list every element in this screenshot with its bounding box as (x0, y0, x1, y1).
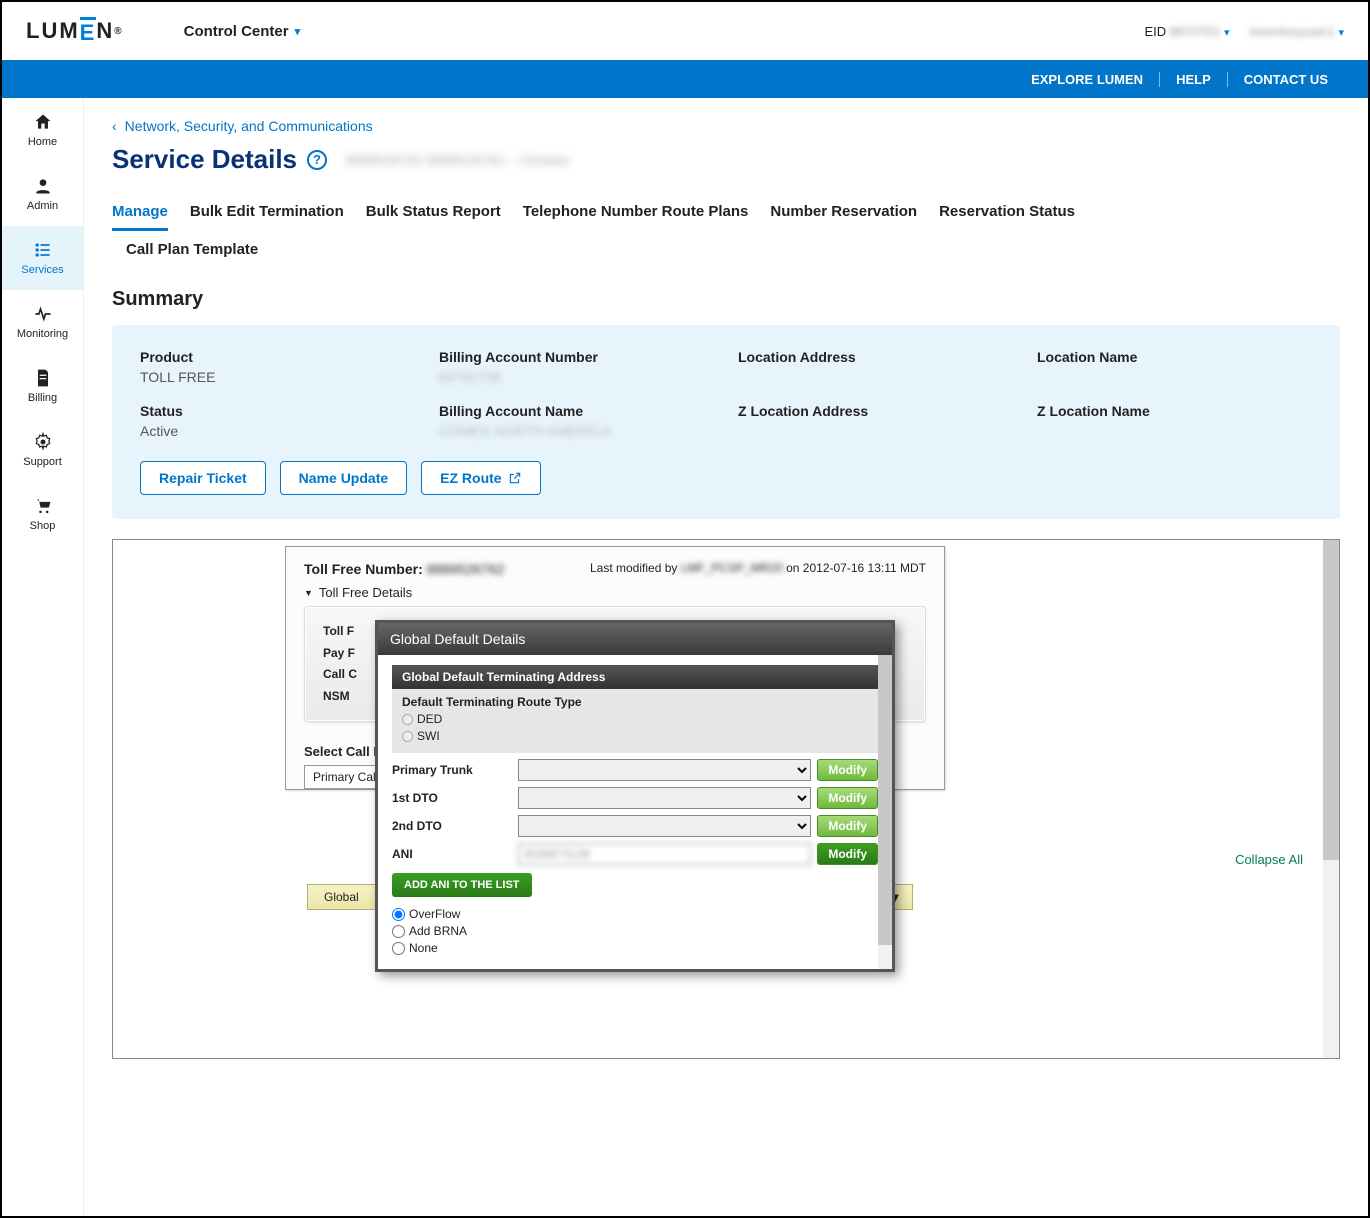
tab-route-plans[interactable]: Telephone Number Route Plans (523, 203, 749, 231)
add-ani-button[interactable]: ADD ANI TO THE LIST (392, 873, 532, 897)
tab-number-reservation[interactable]: Number Reservation (770, 203, 917, 231)
detail-panel: Toll Free Number: 8889526762 Last modifi… (112, 539, 1340, 1059)
product-value: TOLL FREE (140, 369, 415, 385)
ani-label: ANI (392, 847, 512, 861)
route-type-box: Default Terminating Route Type DED SWI (392, 689, 878, 753)
zloc-addr-label: Z Location Address (738, 403, 1013, 419)
route-ded[interactable]: DED (402, 712, 868, 726)
second-dto-modify-button[interactable]: Modify (817, 815, 878, 837)
eid-display[interactable]: EID 8870701 ▾ (1144, 24, 1229, 39)
first-dto-label: 1st DTO (392, 791, 512, 805)
sidebar-item-billing[interactable]: Billing (2, 354, 83, 418)
page-title: Service Details (112, 144, 297, 175)
primary-trunk-label: Primary Trunk (392, 763, 512, 777)
chevron-left-icon: ‹ (112, 118, 117, 134)
tab-bulk-status[interactable]: Bulk Status Report (366, 203, 501, 231)
list-icon (33, 240, 53, 260)
external-link-icon (508, 471, 522, 485)
summary-box: Product TOLL FREE Billing Account Number… (112, 325, 1340, 519)
tab-reservation-status[interactable]: Reservation Status (939, 203, 1075, 231)
sidebar-item-support[interactable]: Support (2, 418, 83, 482)
invoice-icon (33, 368, 53, 388)
sidebar-item-monitoring[interactable]: Monitoring (2, 290, 83, 354)
topbar: LUMEN® Control Center ▾ EID 8870701 ▾ in… (2, 2, 1368, 60)
main: ‹ Network, Security, and Communications … (84, 98, 1368, 1216)
ban-name-value: COMEX NORTH AMERICA (439, 423, 714, 439)
logo: LUMEN® (26, 17, 124, 46)
gear-icon (33, 432, 53, 452)
collapse-all-link[interactable]: Collapse All (1235, 852, 1303, 867)
tab-bulk-edit[interactable]: Bulk Edit Termination (190, 203, 344, 231)
tabs-row: Manage Bulk Edit Termination Bulk Status… (112, 203, 1340, 231)
radio-none[interactable]: None (392, 941, 878, 955)
zloc-name-label: Z Location Name (1037, 403, 1312, 419)
second-dto-select[interactable] (518, 815, 811, 837)
last-modified: Last modified by LMF_PCSP_MR20 on 2012-0… (590, 561, 926, 577)
title-meta: 8889526762 8889526762 – October (345, 152, 570, 168)
user-display[interactable]: inventoryuser1 ▾ (1250, 24, 1344, 39)
radio-icon (402, 714, 413, 725)
overflow-radiogroup: OverFlow Add BRNA None (392, 907, 878, 955)
status-label: Status (140, 403, 415, 419)
radio-overflow[interactable]: OverFlow (392, 907, 878, 921)
first-dto-select[interactable] (518, 787, 811, 809)
sidebar-item-admin[interactable]: Admin (2, 162, 83, 226)
modal-title: Global Default Details (378, 623, 892, 655)
tf-label: Toll Free Number: (304, 561, 423, 577)
global-default-modal: Global Default Details Global Default Te… (375, 620, 895, 972)
tf-details-toggle[interactable]: ▼ Toll Free Details (304, 585, 926, 600)
help-link[interactable]: HELP (1159, 72, 1227, 87)
radio-addbrna[interactable]: Add BRNA (392, 924, 878, 938)
chevron-down-icon: ▾ (1224, 27, 1230, 39)
triangle-down-icon: ▼ (304, 588, 313, 598)
tf-number: 8889526762 (427, 561, 505, 577)
second-dto-label: 2nd DTO (392, 819, 512, 833)
tab-manage[interactable]: Manage (112, 203, 168, 231)
ban-name-label: Billing Account Name (439, 403, 714, 419)
ani-input[interactable] (518, 843, 811, 865)
control-center-label: Control Center (184, 23, 289, 40)
cart-icon (33, 496, 53, 516)
ban-value: 84781756 (439, 369, 714, 385)
sidebar: Home Admin Services Monitoring Billing S… (2, 98, 84, 1216)
ban-label: Billing Account Number (439, 349, 714, 365)
home-icon (33, 112, 53, 132)
pulse-icon (33, 304, 53, 324)
summary-head: Summary (112, 288, 1340, 311)
help-icon[interactable]: ? (307, 150, 327, 170)
user-icon (33, 176, 53, 196)
breadcrumb[interactable]: ‹ Network, Security, and Communications (112, 118, 1340, 134)
sidebar-item-home[interactable]: Home (2, 98, 83, 162)
status-value: Active (140, 423, 415, 439)
chevron-down-icon: ▾ (295, 25, 301, 38)
radio-icon (402, 731, 413, 742)
route-type-label: Default Terminating Route Type (402, 695, 868, 709)
sidebar-item-services[interactable]: Services (2, 226, 83, 290)
ani-modify-button[interactable]: Modify (817, 843, 878, 865)
global-chip[interactable]: Global (307, 884, 376, 910)
explore-link[interactable]: EXPLORE LUMEN (1015, 72, 1159, 87)
modal-subhead: Global Default Terminating Address (392, 665, 878, 689)
loc-addr-label: Location Address (738, 349, 1013, 365)
loc-name-label: Location Name (1037, 349, 1312, 365)
panel-scrollbar[interactable] (1323, 540, 1339, 1058)
tab-call-plan-template[interactable]: Call Plan Template (126, 241, 258, 266)
chevron-down-icon: ▾ (1338, 27, 1344, 39)
bluebar: EXPLORE LUMEN HELP CONTACT US (2, 60, 1368, 98)
primary-trunk-select[interactable] (518, 759, 811, 781)
control-center-dropdown[interactable]: Control Center ▾ (184, 23, 301, 40)
primary-trunk-modify-button[interactable]: Modify (817, 759, 878, 781)
first-dto-modify-button[interactable]: Modify (817, 787, 878, 809)
ez-route-button[interactable]: EZ Route (421, 461, 540, 495)
repair-ticket-button[interactable]: Repair Ticket (140, 461, 266, 495)
modal-scrollbar[interactable] (878, 655, 892, 969)
product-label: Product (140, 349, 415, 365)
route-swi[interactable]: SWI (402, 729, 868, 743)
contact-link[interactable]: CONTACT US (1227, 72, 1344, 87)
name-update-button[interactable]: Name Update (280, 461, 407, 495)
sidebar-item-shop[interactable]: Shop (2, 482, 83, 546)
